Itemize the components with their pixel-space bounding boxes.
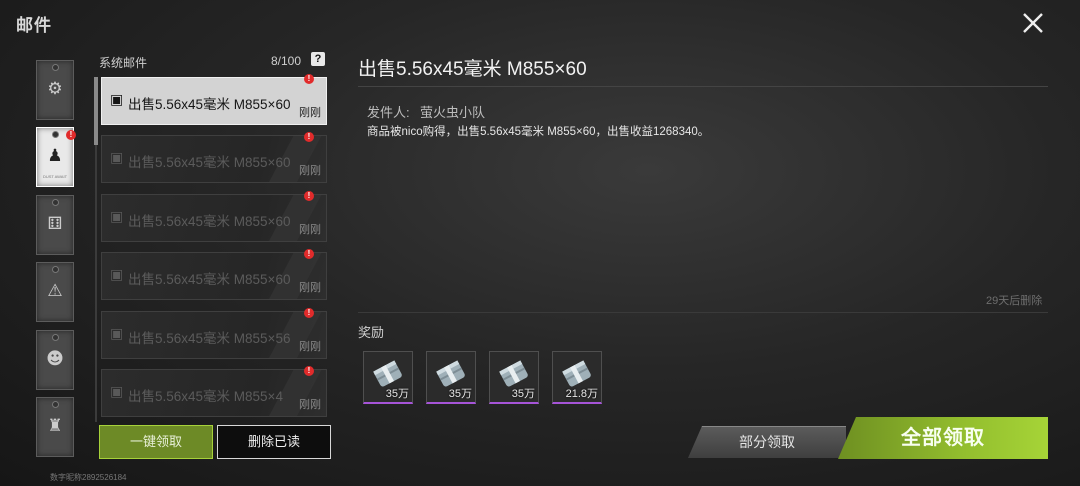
gift-icon: ▣ xyxy=(110,209,124,225)
tag-hole xyxy=(52,266,59,273)
page-title: 邮件 xyxy=(16,16,52,35)
reward-amount: 21.8万 xyxy=(565,388,598,400)
category-tab-4[interactable]: ⚠ xyxy=(36,262,74,322)
reward-amount: 35万 xyxy=(448,388,472,400)
unread-badge: ! xyxy=(304,308,314,318)
gift-icon: ▣ xyxy=(110,267,124,283)
sender-label: 发件人: xyxy=(367,105,410,120)
mail-time: 刚刚 xyxy=(299,224,321,236)
tag-hole xyxy=(52,199,59,206)
mail-body: 商品被nico购得，出售5.56x45毫米 M855×60，出售收益126834… xyxy=(367,126,710,138)
mail-item[interactable]: ▣ 出售5.56x45毫米 M855×56 刚刚 xyxy=(101,311,327,359)
unread-badge: ! xyxy=(304,191,314,201)
reward-amount: 35万 xyxy=(511,388,535,400)
reward-item[interactable]: 35万 xyxy=(489,351,539,404)
category-tab-6[interactable]: ♜ xyxy=(36,397,74,457)
gift-icon: ▣ xyxy=(110,384,124,400)
reward-amount: 35万 xyxy=(385,388,409,400)
unread-badge: ! xyxy=(304,366,314,376)
unread-badge: ! xyxy=(304,132,314,142)
mail-item[interactable]: ▣ 出售5.56x45毫米 M855×60 刚刚 xyxy=(101,252,327,300)
unread-badge: ! xyxy=(304,74,314,84)
claim-all-label: 全部领取 xyxy=(901,427,985,449)
divider xyxy=(358,86,1048,87)
mail-list-header: 系统邮件 xyxy=(99,56,148,70)
reward-item[interactable]: 35万 xyxy=(363,351,413,404)
sender-name: 萤火虫小队 xyxy=(420,105,486,120)
claim-all-button[interactable]: 全部领取 xyxy=(838,417,1048,459)
mail-subject: 出售5.56x45毫米 M855×60 xyxy=(128,97,291,112)
mail-item[interactable]: ▣ 出售5.56x45毫米 M855×4 刚刚 xyxy=(101,369,327,417)
helmet-icon: ☻ xyxy=(46,349,64,369)
tag-hole xyxy=(52,401,59,408)
tag-hole xyxy=(52,334,59,341)
mail-time: 刚刚 xyxy=(299,165,321,177)
unread-badge: ! xyxy=(66,130,76,140)
mail-item[interactable]: ▣ 出售5.56x45毫米 M855×60 刚刚 xyxy=(101,194,327,242)
mail-item[interactable]: ▣ 出售5.56x45毫米 M855×60 刚刚 xyxy=(101,135,327,183)
mail-time: 刚刚 xyxy=(299,341,321,353)
unread-badge: ! xyxy=(304,249,314,259)
expire-note: 29天后删除 xyxy=(986,295,1043,307)
warning-icon: ⚠ xyxy=(47,281,63,301)
mail-subject: 出售5.56x45毫米 M855×60 xyxy=(128,155,291,170)
category-tab-3[interactable]: ⚅ xyxy=(36,195,74,255)
digital-id: 数字昵称2892526184 xyxy=(50,473,127,482)
mail-subject: 出售5.56x45毫米 M855×4 xyxy=(128,389,283,404)
mail-subject: 出售5.56x45毫米 M855×56 xyxy=(128,331,291,346)
gift-icon: ▣ xyxy=(110,150,124,166)
mail-time: 刚刚 xyxy=(299,399,321,411)
partial-claim-label: 部分领取 xyxy=(739,434,795,450)
close-icon xyxy=(1023,13,1043,33)
gift-icon: ▣ xyxy=(110,326,124,342)
category-tab-1[interactable]: ⚙ xyxy=(36,60,74,120)
claim-all-mail-button[interactable]: 一键领取 xyxy=(99,425,213,459)
help-icon[interactable]: ? xyxy=(311,52,325,66)
mail-time: 刚刚 xyxy=(299,107,321,119)
scrollbar-thumb[interactable] xyxy=(94,77,98,145)
partial-claim-button[interactable]: 部分领取 xyxy=(688,426,846,458)
gift-icon: ▣ xyxy=(110,92,124,108)
reward-item[interactable]: 21.8万 xyxy=(552,351,602,404)
tab-caption: DUST AWAIT xyxy=(42,174,68,179)
mail-subject: 出售5.56x45毫米 M855×60 xyxy=(128,272,291,287)
mail-time: 刚刚 xyxy=(299,282,321,294)
rewards-label: 奖励 xyxy=(358,325,385,340)
hazard-person-icon: ♟ xyxy=(47,146,63,166)
mail-item[interactable]: ▣ 出售5.56x45毫米 M855×60 刚刚 xyxy=(101,77,327,125)
dice-icon: ⚅ xyxy=(47,214,63,234)
tag-hole xyxy=(52,131,59,138)
gear-icon: ⚙ xyxy=(47,79,63,99)
tag-hole xyxy=(52,64,59,71)
delete-read-button[interactable]: 删除已读 xyxy=(217,425,331,459)
category-tab-5[interactable]: ☻ xyxy=(36,330,74,390)
mail-detail-title: 出售5.56x45毫米 M855×60 xyxy=(358,59,587,80)
backpack-icon: ♜ xyxy=(47,416,63,436)
reward-item[interactable]: 35万 xyxy=(426,351,476,404)
mail-subject: 出售5.56x45毫米 M855×60 xyxy=(128,214,291,229)
close-button[interactable] xyxy=(1018,8,1048,38)
mail-count: 8/100 xyxy=(271,54,302,68)
divider xyxy=(358,312,1048,313)
